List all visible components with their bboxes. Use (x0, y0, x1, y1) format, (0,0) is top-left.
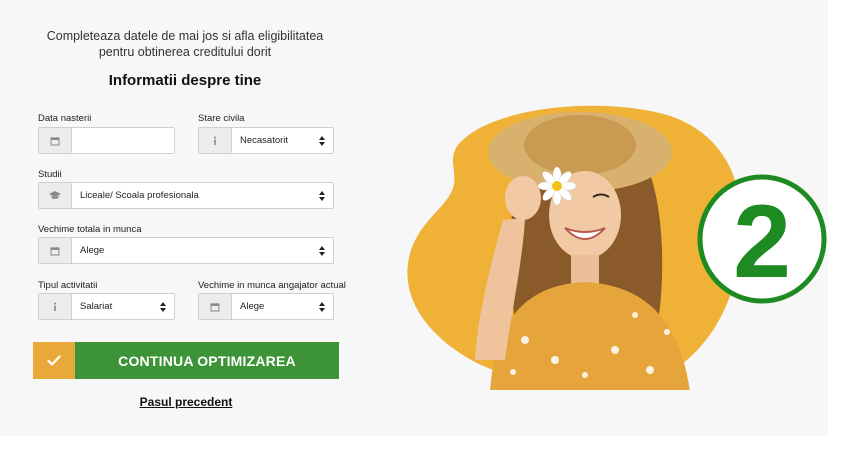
previous-step-link[interactable]: Pasul precedent (130, 395, 242, 409)
calendar-icon (210, 302, 220, 312)
birth-date-field[interactable] (38, 127, 175, 154)
civil-status-select[interactable]: Necasatorit (198, 127, 334, 154)
education-label: Studii (38, 169, 62, 180)
info-icon (51, 302, 59, 312)
graduation-cap-icon (49, 191, 61, 200)
education-select[interactable]: Liceale/ Scoala profesionala (38, 182, 334, 209)
total-seniority-select[interactable]: Alege (38, 237, 334, 264)
civil-status-value: Necasatorit (240, 135, 289, 146)
employer-seniority-select[interactable]: Alege (198, 293, 334, 320)
info-icon (211, 136, 219, 146)
select-arrows-icon (315, 183, 333, 208)
total-seniority-label: Vechime totala in munca (38, 224, 142, 235)
total-seniority-value: Alege (80, 245, 105, 256)
civil-status-addon (199, 128, 232, 153)
civil-status-label: Stare civila (198, 113, 245, 124)
employer-seniority-addon (199, 294, 232, 319)
education-value: Liceale/ Scoala profesionala (80, 190, 199, 201)
select-arrows-icon (315, 294, 333, 319)
employer-seniority-value: Alege (240, 301, 265, 312)
step-number-badge: 2 (697, 174, 827, 304)
intro-text: Completeaza datele de mai jos si afla el… (46, 29, 324, 59)
select-arrows-icon (156, 294, 174, 319)
select-arrows-icon (315, 128, 333, 153)
continue-button[interactable]: CONTINUA OPTIMIZAREA (33, 342, 339, 379)
select-arrows-icon (315, 238, 333, 263)
step-number: 2 (733, 184, 791, 300)
birth-date-addon (39, 128, 72, 153)
education-addon (39, 183, 72, 208)
activity-type-label: Tipul activitatii (38, 280, 98, 291)
employer-seniority-label: Vechime in munca angajator actual (198, 280, 346, 291)
woman-photo-illustration (407, 105, 742, 390)
birth-date-label: Data nasterii (38, 113, 92, 124)
activity-type-select[interactable]: Salariat (38, 293, 175, 320)
checkmark-icon (33, 342, 75, 379)
calendar-icon (50, 136, 60, 146)
total-seniority-addon (39, 238, 72, 263)
activity-type-value: Salariat (80, 301, 113, 312)
activity-type-addon (39, 294, 72, 319)
form-heading: Informatii despre tine (108, 72, 262, 89)
continue-button-label: CONTINUA OPTIMIZAREA (75, 342, 339, 379)
birth-date-value (72, 128, 174, 153)
calendar-icon (50, 246, 60, 256)
